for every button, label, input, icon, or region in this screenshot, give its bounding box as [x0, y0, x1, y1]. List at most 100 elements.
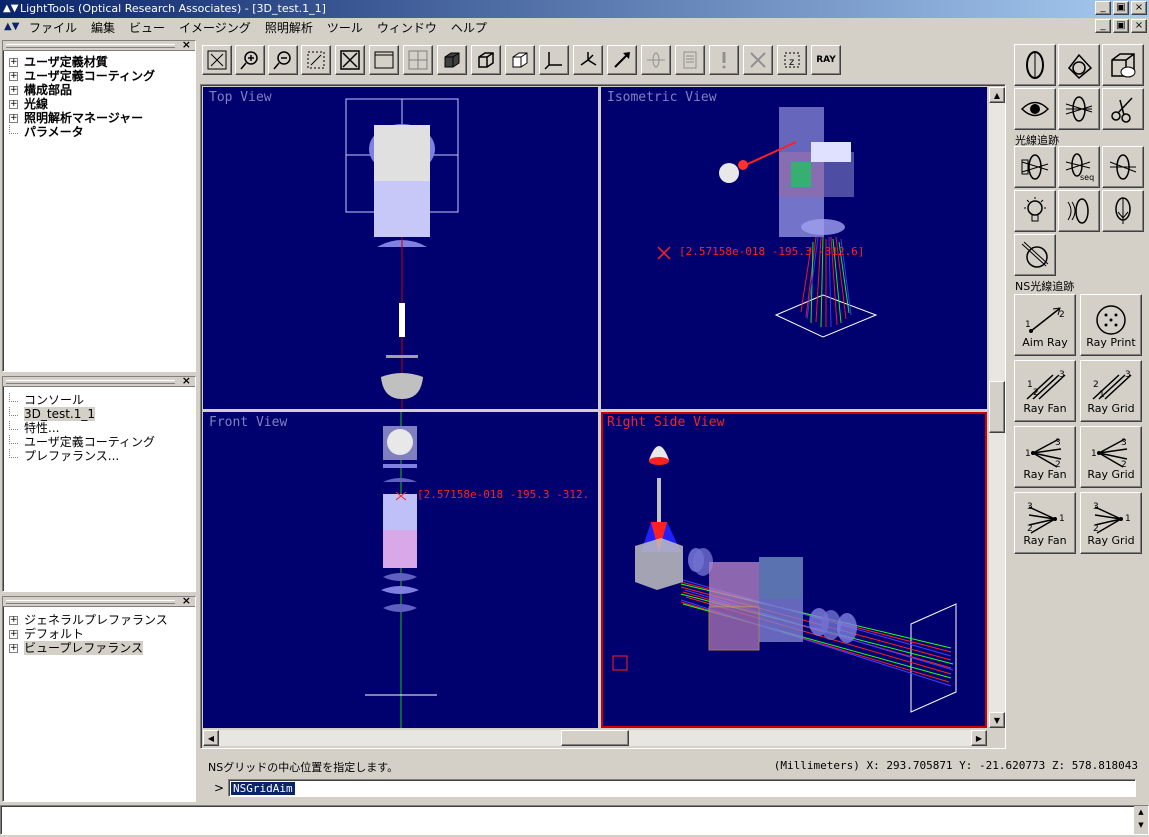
ray-icon[interactable]: RAY	[811, 45, 841, 75]
aim-ray-icon: 12	[1025, 306, 1065, 333]
scroll-up-button[interactable]: ▲	[989, 87, 1005, 103]
vertical-scroll-thumb[interactable]	[989, 381, 1005, 433]
lens-ray-icon[interactable]	[1058, 88, 1100, 130]
solid-object-icon[interactable]	[1102, 44, 1144, 86]
tree-item-coatings[interactable]: + ユーザ定義コーティング	[9, 69, 155, 83]
system-tree: + ユーザ定義材質 + ユーザ定義コーティング + 構成部品 + 光線 + 照明解析マネー…	[9, 55, 155, 139]
horizontal-scrollbar[interactable]: ◀ ▶	[203, 730, 987, 746]
front-view-viewport[interactable]: Front View [2.57158e-018 -195.3 -312.	[203, 412, 598, 728]
tree-item-components[interactable]: + 構成部品	[9, 83, 155, 97]
box-icon[interactable]	[505, 45, 535, 75]
pane-close-icon[interactable]: ×	[182, 594, 191, 607]
ray-fan-button-2[interactable]: 132 Ray Fan	[1014, 426, 1076, 488]
expand-icon[interactable]: +	[9, 113, 18, 123]
lens-icon[interactable]	[641, 45, 671, 75]
tree-item-illumination-manager[interactable]: + 照明解析マネージャー	[9, 111, 155, 125]
pane-header: ×	[3, 38, 195, 51]
expand-icon[interactable]: +	[9, 57, 18, 67]
menu-help[interactable]: ヘルプ	[444, 20, 494, 36]
zoom-out-icon[interactable]	[268, 45, 298, 75]
tree-item-preferences[interactable]: プレファランス...	[9, 448, 155, 463]
lens-element-icon[interactable]	[1014, 44, 1056, 86]
tree-item-parameters[interactable]: パラメータ	[9, 124, 155, 139]
console-tree-pane: × コンソール 3D_test.1_1 特性... ユーザ定義コーティング プレ…	[2, 374, 196, 592]
zoom-fit-icon[interactable]	[202, 45, 232, 75]
horizontal-scroll-thumb[interactable]	[561, 730, 629, 746]
eye-view-icon[interactable]	[1014, 88, 1056, 130]
minimize-button[interactable]: _	[1095, 1, 1111, 15]
output-scrollbar[interactable]: ▲ ▼	[1134, 806, 1148, 834]
menu-illumination[interactable]: 照明解析	[258, 20, 320, 36]
isometric-view-viewport[interactable]: Isometric View [2.57158e-018 -195.3 -312…	[601, 87, 987, 409]
svg-text:3: 3	[1059, 370, 1065, 380]
expand-icon[interactable]: +	[9, 99, 18, 109]
right-side-view-viewport[interactable]: Right Side View	[601, 412, 987, 728]
scroll-down-button[interactable]: ▼	[989, 712, 1005, 728]
light-bulb-icon[interactable]	[1014, 190, 1056, 232]
ray-target-icon[interactable]	[1014, 234, 1056, 276]
focus-lens-icon[interactable]	[1102, 190, 1144, 232]
menu-edit[interactable]: 編集	[84, 20, 122, 36]
ray-fan-button-1[interactable]: 123 Ray Fan	[1014, 360, 1076, 422]
four-view-icon[interactable]	[403, 45, 433, 75]
menu-window[interactable]: ウィンドウ	[370, 20, 444, 36]
document-icon[interactable]	[675, 45, 705, 75]
ray-print-button[interactable]: Ray Print	[1080, 294, 1142, 356]
top-view-viewport[interactable]: Top View	[203, 87, 598, 409]
tree-item-model[interactable]: 3D_test.1_1	[9, 406, 155, 421]
tree-item-rays[interactable]: + 光線	[9, 97, 155, 111]
menu-tools[interactable]: ツール	[320, 20, 370, 36]
scroll-left-button[interactable]: ◀	[203, 730, 219, 746]
pane-close-icon[interactable]: ×	[182, 374, 191, 387]
wire-box-icon[interactable]	[471, 45, 501, 75]
zoom-all-icon[interactable]	[335, 45, 365, 75]
mdi-restore-button[interactable]: ▣	[1113, 19, 1129, 33]
ray-grid-button-3[interactable]: 312 Ray Grid	[1080, 492, 1142, 554]
zoom-window-icon[interactable]	[301, 45, 331, 75]
close-button[interactable]: ×	[1131, 1, 1147, 15]
ray-trace-lens-icon[interactable]	[1014, 146, 1056, 188]
aim-ray-button[interactable]: 12 Aim Ray	[1014, 294, 1076, 356]
receiver-icon[interactable]	[1058, 190, 1100, 232]
scroll-right-button[interactable]: ▶	[971, 730, 987, 746]
mdi-minimize-button[interactable]: _	[1095, 19, 1111, 33]
select-arrow-icon[interactable]	[607, 45, 637, 75]
zoom-in-icon[interactable]	[235, 45, 265, 75]
command-input[interactable]: NSGridAim	[228, 779, 1136, 797]
vertical-scrollbar[interactable]: ▲ ▼	[989, 87, 1005, 728]
menu-file[interactable]: ファイル	[22, 20, 84, 36]
scroll-up-icon[interactable]: ▲	[1134, 806, 1148, 819]
scissors-icon[interactable]	[1102, 88, 1144, 130]
axes-icon[interactable]	[539, 45, 569, 75]
expand-icon[interactable]: +	[9, 85, 18, 95]
z-icon[interactable]: z	[777, 45, 807, 75]
output-area[interactable]: ▲ ▼	[0, 805, 1149, 835]
pane-close-icon[interactable]: ×	[182, 38, 191, 51]
menu-view[interactable]: ビュー	[122, 20, 172, 36]
mdi-close-button[interactable]: ×	[1131, 19, 1147, 33]
tree-item-view-prefs[interactable]: + ビュープレファランス	[9, 641, 168, 655]
ray-grid-button-2[interactable]: 132 Ray Grid	[1080, 426, 1142, 488]
delete-icon[interactable]	[743, 45, 773, 75]
rotate-icon[interactable]	[573, 45, 603, 75]
command-input-value: NSGridAim	[231, 782, 295, 795]
maximize-button[interactable]: ▣	[1113, 1, 1129, 15]
tree-item-defaults[interactable]: + デフォルト	[9, 627, 168, 641]
alert-icon[interactable]	[709, 45, 739, 75]
sequential-trace-icon[interactable]: seq	[1058, 146, 1100, 188]
menu-imaging[interactable]: イメージング	[172, 20, 258, 36]
surface-sphere-icon[interactable]	[1058, 44, 1100, 86]
expand-icon[interactable]: +	[9, 71, 18, 81]
tree-item-user-coatings[interactable]: ユーザ定義コーティング	[9, 434, 155, 449]
single-view-icon[interactable]	[369, 45, 399, 75]
solid-box-icon[interactable]	[437, 45, 467, 75]
lens-trace-icon[interactable]	[1102, 146, 1144, 188]
tree-item-console[interactable]: コンソール	[9, 392, 155, 407]
ray-grid-button-1[interactable]: 213 Ray Grid	[1080, 360, 1142, 422]
tree-item-materials[interactable]: + ユーザ定義材質	[9, 55, 155, 69]
tree-item-properties[interactable]: 特性...	[9, 420, 155, 435]
scroll-down-icon[interactable]: ▼	[1134, 819, 1148, 832]
ray-fan-button-3[interactable]: 312 Ray Fan	[1014, 492, 1076, 554]
tree-item-general-prefs[interactable]: + ジェネラルプレファランス	[9, 613, 168, 627]
svg-text:2: 2	[1033, 388, 1039, 398]
